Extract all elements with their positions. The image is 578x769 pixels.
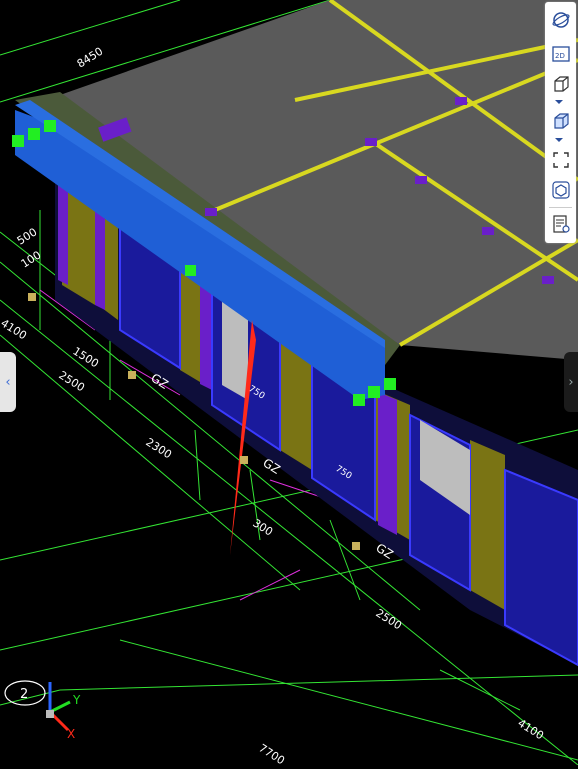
dimension-label: 2500 bbox=[56, 369, 87, 395]
axis-origin bbox=[46, 710, 54, 718]
toolbar-divider bbox=[549, 207, 572, 208]
2d-view-icon: 2D bbox=[551, 45, 570, 62]
orbit-button[interactable] bbox=[549, 8, 572, 31]
x-axis-label: X bbox=[67, 727, 75, 741]
component-view-button[interactable] bbox=[549, 178, 572, 201]
dimension-label: 500 bbox=[15, 225, 40, 247]
dimension-label: 2300 bbox=[143, 436, 174, 462]
chevron-right-icon: › bbox=[568, 374, 574, 390]
chevron-down-icon[interactable] bbox=[555, 100, 563, 104]
dimension-label: 2500 bbox=[373, 607, 404, 633]
dimension-label: 300 bbox=[250, 517, 275, 539]
axis-triad: 2 Y X bbox=[0, 660, 100, 765]
chevron-left-icon: ‹ bbox=[5, 374, 11, 390]
left-panel-toggle[interactable]: ‹ bbox=[0, 352, 16, 412]
orbit-icon bbox=[551, 11, 570, 28]
chevron-down-icon[interactable] bbox=[555, 138, 563, 142]
y-axis-label: Y bbox=[72, 693, 81, 707]
view-2d-button[interactable]: 2D bbox=[549, 42, 572, 65]
solid-view-button[interactable] bbox=[549, 109, 572, 132]
dimension-label: 8450 bbox=[75, 45, 106, 71]
properties-list-icon bbox=[552, 214, 570, 233]
axis-number: 2 bbox=[20, 687, 28, 702]
view-toolbar: 2D bbox=[545, 2, 576, 243]
properties-button[interactable] bbox=[549, 212, 572, 235]
right-panel-toggle[interactable]: › bbox=[564, 352, 578, 412]
dimension-label: 1500 bbox=[70, 345, 101, 371]
component-view-icon bbox=[551, 180, 570, 199]
wireframe-view-button[interactable] bbox=[549, 72, 572, 95]
selection-box-button[interactable] bbox=[549, 148, 572, 171]
3d-viewport[interactable]: 8450 500 100 4100 1500 2500 2300 300 250… bbox=[0, 0, 578, 765]
selection-box-icon bbox=[552, 151, 569, 168]
cube-wireframe-icon bbox=[553, 75, 569, 92]
model-canvas[interactable]: 8450 500 100 4100 1500 2500 2300 300 250… bbox=[0, 0, 578, 765]
dimension-label: 4100 bbox=[515, 717, 546, 743]
cube-solid-icon bbox=[553, 112, 569, 129]
dimension-label: 7700 bbox=[256, 742, 287, 765]
view-2d-label: 2D bbox=[555, 52, 565, 60]
